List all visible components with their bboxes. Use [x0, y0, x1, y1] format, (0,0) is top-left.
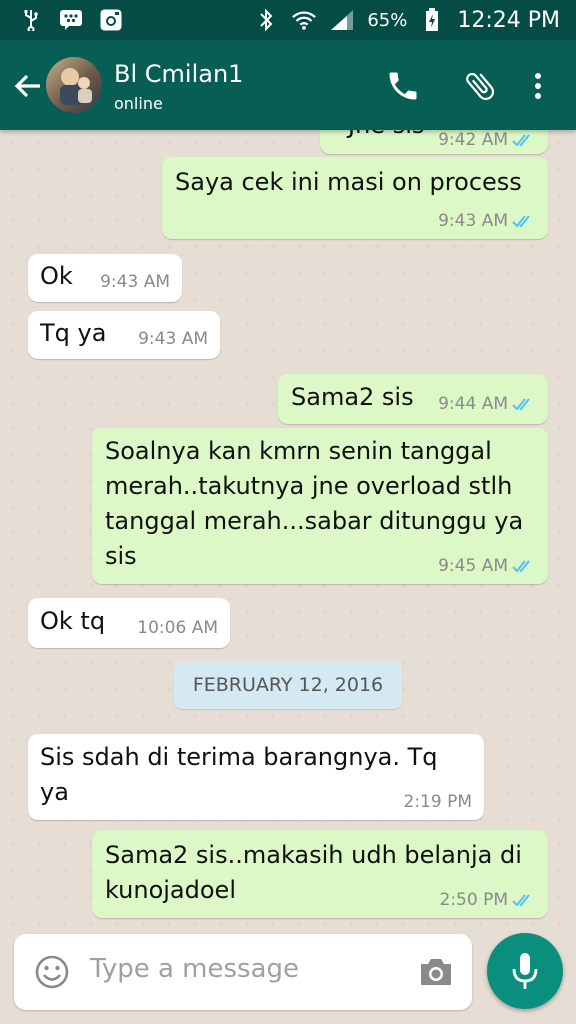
message-time: 9:43 AM: [100, 272, 170, 292]
message-meta: 9:44 AM: [438, 394, 536, 414]
instagram-icon: [98, 8, 124, 32]
bluetooth-icon: [253, 8, 279, 32]
chat-header: Bl Cmilan1 online: [0, 40, 576, 130]
message-bubble-incoming[interactable]: Ok 9:43 AM: [28, 254, 182, 302]
phone-icon[interactable]: [385, 68, 421, 104]
message-bubble-outgoing[interactable]: Saya cek ini masi on process 9:43 AM: [162, 157, 548, 239]
message-text: Soalnya kan kmrn senin tanggal merah..ta…: [105, 437, 524, 570]
message-text: Ok tq: [40, 607, 106, 635]
message-time: 9:44 AM: [438, 394, 508, 414]
message-time: 10:06 AM: [137, 618, 218, 638]
usb-icon: [18, 8, 44, 32]
more-vert-icon[interactable]: [520, 68, 556, 104]
message-text: Sama2 sis: [291, 383, 414, 411]
double-tick-icon: [512, 560, 530, 573]
battery-icon: [419, 8, 445, 32]
message-meta: 9:42 AM: [438, 130, 536, 150]
mic-button[interactable]: [487, 933, 563, 1009]
status-bar: 65% 12:24 PM: [0, 0, 576, 40]
double-tick-icon: [512, 894, 530, 907]
date-chip: FEBRUARY 12, 2016: [174, 661, 402, 709]
contact-name[interactable]: Bl Cmilan1: [114, 60, 243, 88]
message-time: 9:45 AM: [438, 556, 508, 576]
avatar[interactable]: [46, 57, 102, 113]
message-text: Jne sis: [348, 130, 424, 143]
message-meta: 9:45 AM: [438, 556, 536, 576]
message-input[interactable]: Type a message: [90, 954, 299, 984]
camera-icon[interactable]: [418, 956, 454, 988]
message-meta: 9:43 AM: [438, 211, 536, 231]
message-bubble-outgoing[interactable]: Jne sis 9:42 AM: [320, 130, 548, 154]
message-bubble-outgoing[interactable]: Soalnya kan kmrn senin tanggal merah..ta…: [92, 428, 548, 584]
emoji-icon[interactable]: [34, 954, 70, 990]
mic-icon: [512, 953, 538, 989]
double-tick-icon: [512, 134, 530, 147]
back-arrow-icon[interactable]: [10, 68, 46, 104]
double-tick-icon: [512, 215, 530, 228]
clock: 12:24 PM: [457, 7, 560, 33]
message-time: 9:42 AM: [438, 130, 508, 150]
message-time: 9:43 AM: [138, 329, 208, 349]
message-time: 2:50 PM: [439, 890, 509, 910]
message-text: Ok: [40, 262, 73, 290]
chat-area[interactable]: Jne sis 9:42 AM Saya cek ini masi on pro…: [0, 130, 576, 930]
message-meta: 2:50 PM: [440, 890, 537, 910]
battery-percent: 65%: [367, 9, 408, 31]
message-time: 2:19 PM: [403, 792, 473, 812]
bbm-icon: [58, 8, 84, 32]
message-bubble-outgoing[interactable]: Sama2 sis..makasih udh belanja di kunoja…: [92, 830, 548, 918]
message-bubble-incoming[interactable]: Tq ya 9:43 AM: [28, 311, 220, 359]
message-bubble-incoming[interactable]: Sis sdah di terima barangnya. Tq ya 2:19…: [28, 734, 484, 820]
message-time: 9:43 AM: [438, 211, 508, 231]
message-text: Tq ya: [40, 319, 107, 347]
wifi-icon: [291, 8, 317, 32]
message-text: Saya cek ini masi on process: [175, 168, 522, 196]
contact-status: online: [114, 94, 163, 113]
message-bubble-incoming[interactable]: Ok tq 10:06 AM: [28, 598, 230, 648]
signal-icon: [329, 8, 355, 32]
paperclip-icon[interactable]: [462, 68, 498, 104]
double-tick-icon: [512, 398, 530, 411]
message-bubble-outgoing[interactable]: Sama2 sis 9:44 AM: [278, 374, 548, 424]
message-composer[interactable]: Type a message: [14, 934, 472, 1010]
